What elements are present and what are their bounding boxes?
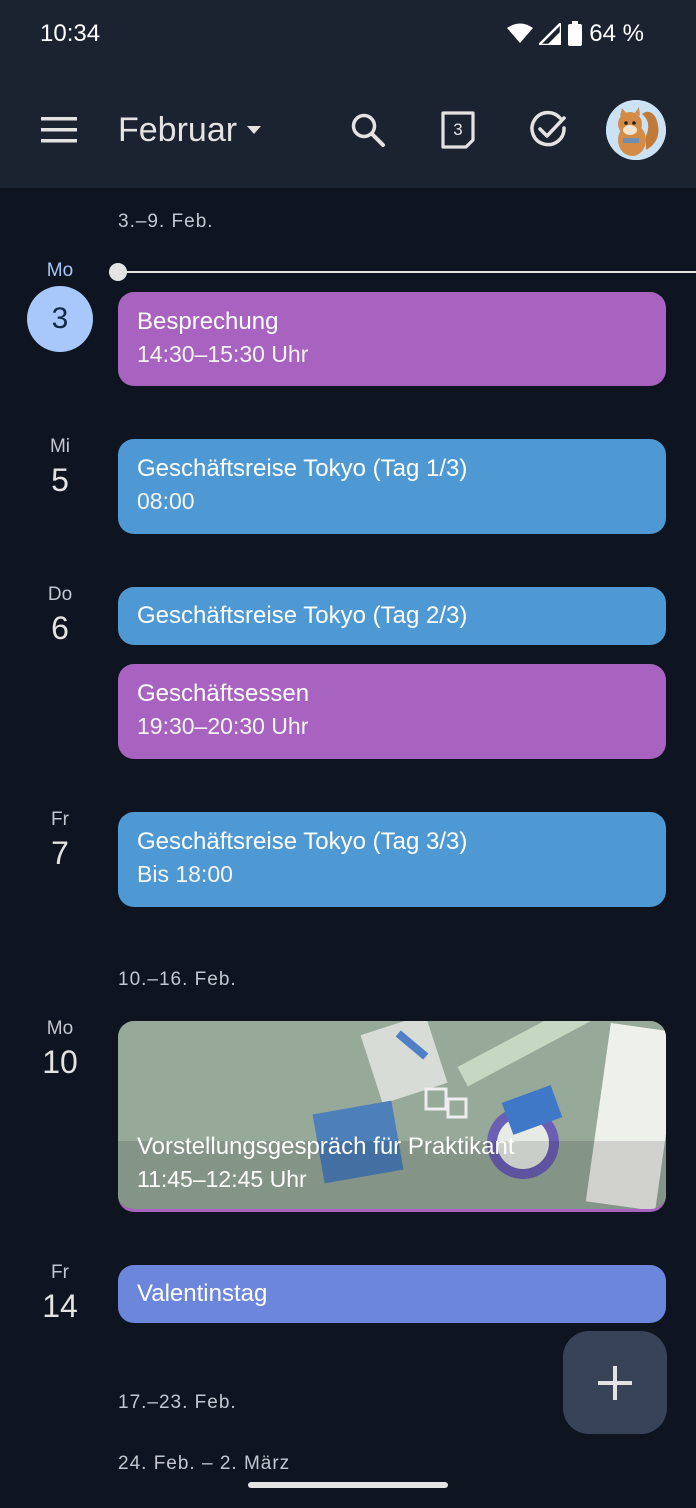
event-time: 19:30–20:30 Uhr xyxy=(137,713,309,739)
day-name: Mi xyxy=(49,436,71,457)
event-time: 11:45–12:45 Uhr xyxy=(137,1166,307,1192)
jump-to-today-button[interactable]: 3 xyxy=(432,104,484,156)
current-time-line xyxy=(118,271,696,273)
event-card[interactable]: Geschäftsreise Tokyo (Tag 1/3) 08:00 xyxy=(118,439,666,534)
day-header-today[interactable]: Mo 3 xyxy=(18,260,102,352)
squirrel-avatar-image xyxy=(606,100,666,160)
day-name: Mo xyxy=(46,260,74,281)
day-header[interactable]: Mo 10 xyxy=(18,1018,102,1081)
day-name: Fr xyxy=(51,809,69,830)
app-bar: Februar 3 xyxy=(0,72,696,188)
event-time: Bis 18:00 xyxy=(137,861,233,887)
day-number: 7 xyxy=(51,835,69,871)
event-title: Valentinstag xyxy=(137,1280,268,1307)
event-card[interactable]: Geschäftsessen 19:30–20:30 Uhr xyxy=(118,664,666,759)
event-card-illustrated[interactable]: Vorstellungsgespräch für Praktikant 11:4… xyxy=(118,1021,666,1212)
event-title: Geschäftsreise Tokyo (Tag 1/3) xyxy=(137,455,468,482)
status-bar: 10:34 64 % xyxy=(0,0,696,72)
status-time: 10:34 xyxy=(40,20,101,47)
month-selector[interactable]: Februar xyxy=(118,106,263,154)
day-number: 6 xyxy=(51,610,69,646)
event-time: 14:30–15:30 Uhr xyxy=(137,341,309,367)
task-check-icon xyxy=(530,110,566,147)
day-number: 10 xyxy=(42,1044,78,1080)
event-card[interactable]: Geschäftsreise Tokyo (Tag 2/3) xyxy=(118,587,666,645)
create-event-button[interactable] xyxy=(563,1331,667,1434)
home-gesture-bar[interactable] xyxy=(248,1482,448,1488)
day-name: Mo xyxy=(46,1018,74,1039)
event-card[interactable]: Valentinstag xyxy=(118,1265,666,1323)
tasks-button[interactable] xyxy=(522,104,574,156)
calendar-screen: 10:34 64 % Februar 3 3.–9. Feb. Mo 3 Bes… xyxy=(0,0,696,1508)
menu-icon xyxy=(41,117,77,143)
today-date-number: 3 xyxy=(453,120,463,139)
event-title: Geschäftsessen xyxy=(137,680,310,707)
day-header[interactable]: Fr 7 xyxy=(18,809,102,872)
signal-icon xyxy=(539,23,562,45)
day-header[interactable]: Fr 14 xyxy=(18,1262,102,1325)
event-title: Besprechung xyxy=(137,308,279,335)
day-header[interactable]: Mi 5 xyxy=(18,436,102,499)
week-label: 24. Feb. – 2. März xyxy=(118,1453,291,1474)
arrow-drop-down-icon xyxy=(247,126,262,134)
day-number: 14 xyxy=(42,1288,78,1324)
menu-button[interactable] xyxy=(34,110,84,150)
week-label: 17.–23. Feb. xyxy=(118,1392,237,1413)
status-icons: 64 % xyxy=(507,20,644,48)
week-label: 3.–9. Feb. xyxy=(118,211,214,232)
event-title: Vorstellungsgespräch für Praktikant xyxy=(137,1133,515,1160)
event-time: 08:00 xyxy=(137,488,195,514)
day-name: Fr xyxy=(51,1262,69,1283)
account-avatar[interactable] xyxy=(606,100,666,160)
battery-percent: 64 % xyxy=(589,20,644,47)
week-label: 10.–16. Feb. xyxy=(118,969,237,990)
event-title: Geschäftsreise Tokyo (Tag 3/3) xyxy=(137,828,468,855)
day-number: 5 xyxy=(51,462,69,498)
day-name: Do xyxy=(47,584,73,605)
event-card[interactable]: Geschäftsreise Tokyo (Tag 3/3) Bis 18:00 xyxy=(118,812,666,907)
event-card[interactable]: Besprechung 14:30–15:30 Uhr xyxy=(118,292,666,386)
search-icon xyxy=(351,113,385,147)
day-header[interactable]: Do 6 xyxy=(18,584,102,647)
add-icon xyxy=(598,1365,632,1400)
current-time-dot xyxy=(109,263,127,281)
event-title: Geschäftsreise Tokyo (Tag 2/3) xyxy=(137,602,468,629)
search-button[interactable] xyxy=(342,104,394,156)
wifi-icon xyxy=(507,23,534,43)
event-text: Vorstellungsgespräch für Praktikant 11:4… xyxy=(137,1131,515,1195)
battery-icon xyxy=(568,21,583,46)
today-day-number: 3 xyxy=(27,286,93,352)
month-label: Februar xyxy=(118,110,238,149)
